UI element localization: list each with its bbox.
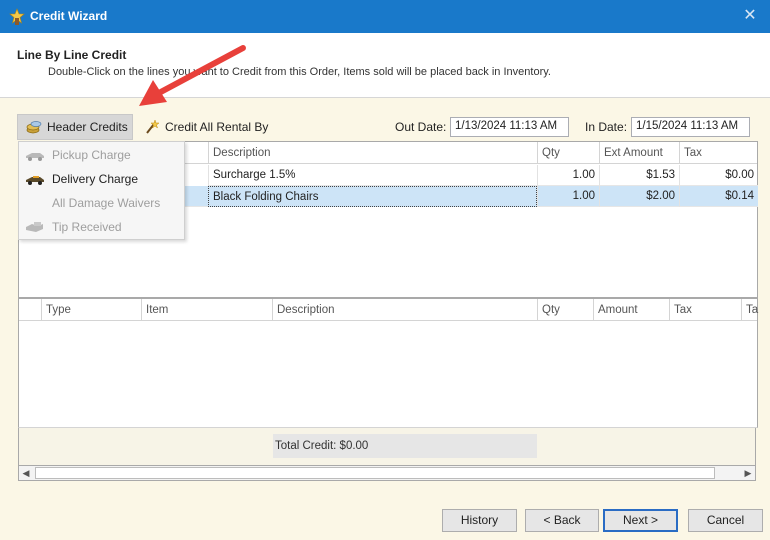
- cell-description: Surcharge 1.5%: [208, 165, 537, 186]
- menu-item-pickup-charge[interactable]: Pickup Charge: [19, 143, 184, 167]
- cell-ext-amount: $1.53: [599, 165, 679, 186]
- cell-ext-amount: $2.00: [599, 186, 679, 207]
- credit-all-rental-label: Credit All Rental By: [165, 120, 269, 134]
- cell-qty: 1.00: [537, 165, 599, 186]
- total-bar: Total Credit: $0.00: [18, 428, 756, 465]
- col-qty[interactable]: Qty: [537, 142, 599, 164]
- credit-all-rental-button[interactable]: Credit All Rental By: [140, 114, 275, 140]
- col-qty[interactable]: Qty: [537, 299, 593, 321]
- page-subtitle: Double-Click on the lines you want to Cr…: [48, 66, 551, 78]
- cancel-button[interactable]: Cancel: [688, 509, 763, 532]
- title-bar: Credit Wizard ✕: [0, 0, 770, 33]
- in-date-field[interactable]: 1/15/2024 11:13 AM: [631, 117, 750, 137]
- in-date-label: In Date:: [585, 120, 628, 134]
- out-date-label: Out Date:: [395, 120, 447, 134]
- menu-item-delivery-charge[interactable]: Delivery Charge: [19, 167, 184, 191]
- wand-icon: [146, 119, 160, 134]
- scroll-thumb[interactable]: [35, 467, 715, 479]
- header-credits-label: Header Credits: [47, 120, 128, 134]
- window-title: Credit Wizard: [30, 9, 108, 23]
- header-credits-button[interactable]: Header Credits: [17, 114, 133, 140]
- header-credits-menu: Pickup Charge Delivery Charge All Damage…: [18, 141, 185, 240]
- menu-item-label: All Damage Waivers: [52, 196, 161, 210]
- page-title: Line By Line Credit: [17, 48, 127, 62]
- history-button[interactable]: History: [442, 509, 517, 532]
- col-tax-extra[interactable]: Ta: [741, 299, 759, 321]
- col-amount[interactable]: Amount: [593, 299, 669, 321]
- next-button[interactable]: Next >: [603, 509, 678, 532]
- col-type[interactable]: Type: [41, 299, 141, 321]
- cell-description: Black Folding Chairs: [208, 186, 537, 207]
- col-tax[interactable]: Tax: [679, 142, 759, 164]
- total-credit: Total Credit: $0.00: [273, 434, 537, 458]
- wizard-header: Line By Line Credit Double-Click on the …: [0, 33, 770, 98]
- menu-item-all-damage-waivers[interactable]: All Damage Waivers: [19, 191, 184, 215]
- credit-grid-header: Type Item Description Qty Amount Tax Ta: [19, 299, 759, 321]
- col-description[interactable]: Description: [272, 299, 537, 321]
- col-description[interactable]: Description: [208, 142, 537, 164]
- annotation-arrow-icon: [139, 45, 246, 106]
- truck-icon: [26, 153, 44, 161]
- menu-item-label: Pickup Charge: [52, 148, 131, 162]
- truck-icon: [26, 176, 44, 185]
- scroll-right-icon[interactable]: ▶: [741, 466, 755, 480]
- col-ext-amount[interactable]: Ext Amount: [599, 142, 679, 164]
- credit-lines-grid[interactable]: Type Item Description Qty Amount Tax Ta: [18, 298, 758, 428]
- coins-icon: [26, 121, 42, 134]
- menu-item-tip-received[interactable]: Tip Received: [19, 215, 184, 239]
- wizard-app-icon: [9, 8, 25, 25]
- horizontal-scrollbar[interactable]: ◀ ▶: [18, 465, 756, 481]
- hand-money-icon: [26, 222, 43, 232]
- scroll-left-icon[interactable]: ◀: [19, 466, 33, 480]
- cell-tax: $0.14: [679, 186, 758, 207]
- back-button[interactable]: < Back: [525, 509, 599, 532]
- menu-item-label: Delivery Charge: [52, 172, 139, 186]
- col-item[interactable]: Item: [141, 299, 272, 321]
- cell-qty: 1.00: [537, 186, 599, 207]
- col-tax[interactable]: Tax: [669, 299, 741, 321]
- close-icon[interactable]: ✕: [740, 6, 760, 26]
- out-date-field[interactable]: 1/13/2024 11:13 AM: [450, 117, 569, 137]
- cell-tax: $0.00: [679, 165, 758, 186]
- menu-item-label: Tip Received: [52, 220, 122, 234]
